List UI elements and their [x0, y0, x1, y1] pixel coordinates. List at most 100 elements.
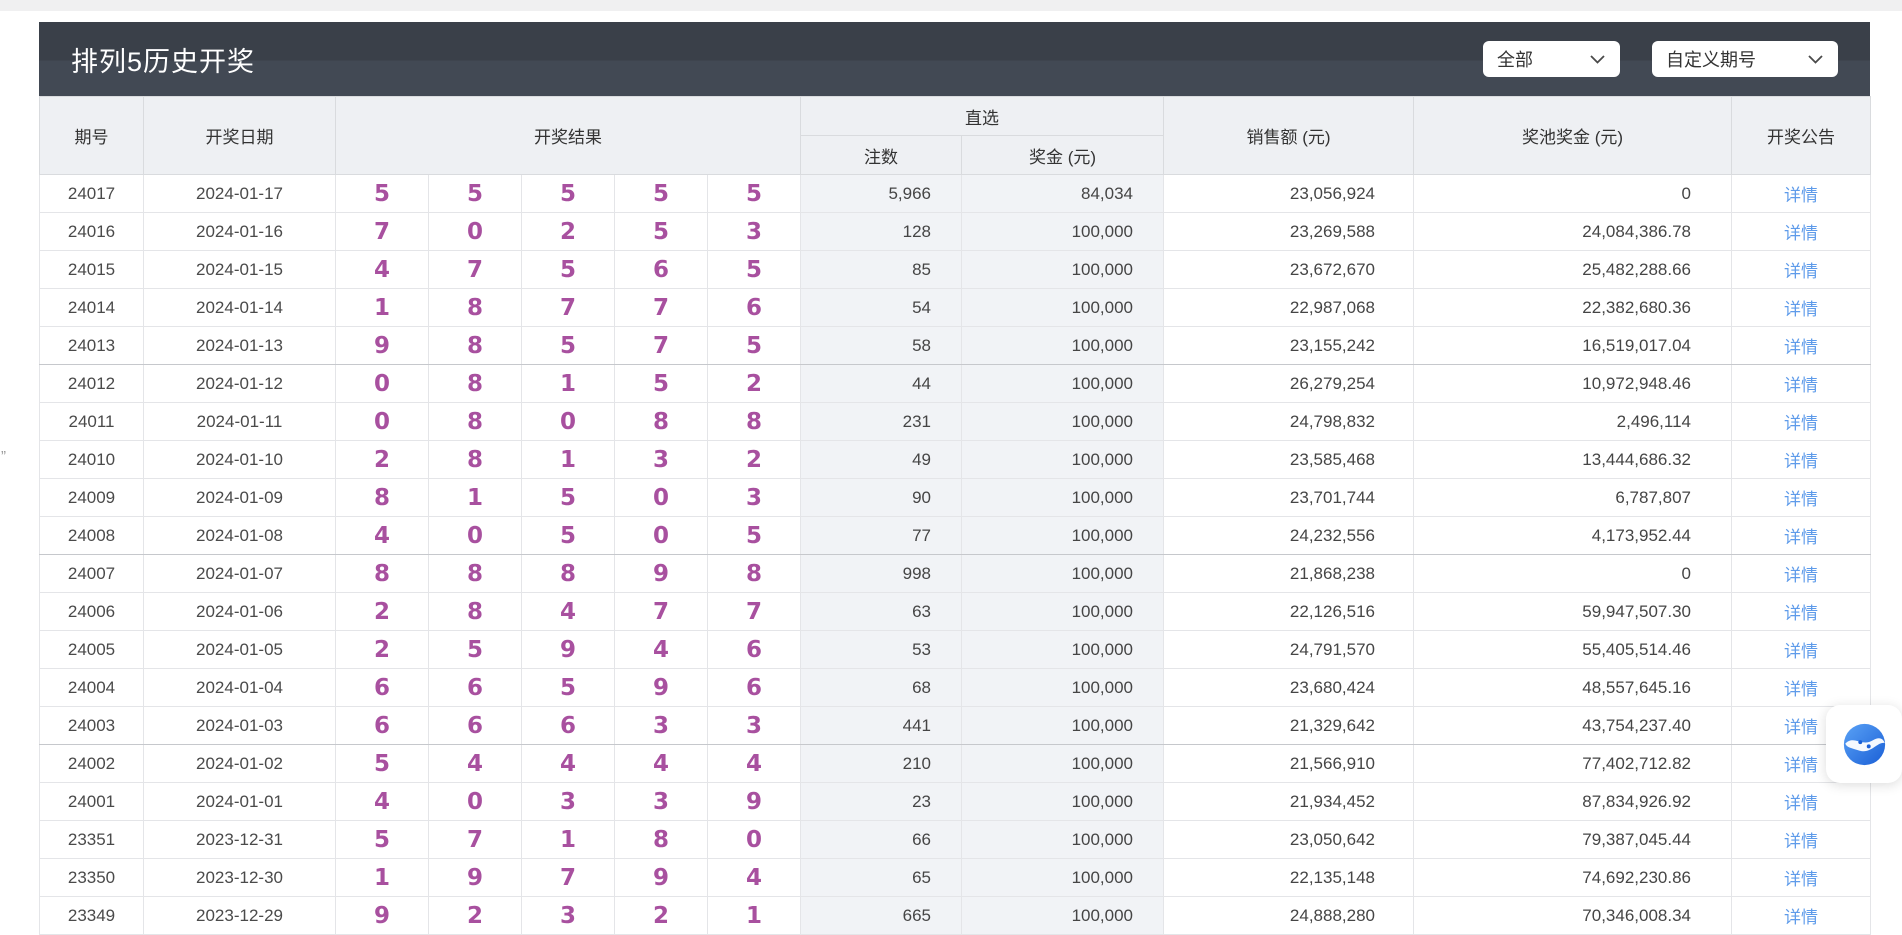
page-top-strip: [0, 0, 1902, 11]
draw-number: 4: [429, 745, 522, 783]
col-header-pool: 奖池奖金 (元): [1414, 97, 1732, 175]
range-filter-select[interactable]: 全部: [1483, 41, 1620, 77]
draw-number: 5: [615, 175, 708, 213]
draw-number: 4: [708, 859, 801, 897]
table-row: 240032024-01-0366633441100,00021,329,642…: [40, 707, 1871, 745]
draw-number: 8: [429, 289, 522, 327]
draw-number: 4: [522, 745, 615, 783]
period-cell: 24011: [40, 403, 144, 441]
detail-link[interactable]: 详情: [1784, 186, 1818, 205]
draw-number: 5: [708, 175, 801, 213]
draw-number: 6: [708, 289, 801, 327]
draw-date-cell: 2024-01-03: [144, 707, 336, 745]
period-filter-select[interactable]: 自定义期号: [1652, 41, 1838, 77]
prize-amount-cell: 100,000: [962, 517, 1164, 555]
lottery-history-panel: 排列5历史开奖 全部 自定义期号 期号 开奖日期 开奖结果 直选: [39, 22, 1870, 935]
detail-link[interactable]: 详情: [1784, 604, 1818, 623]
detail-link[interactable]: 详情: [1784, 718, 1818, 737]
detail-link[interactable]: 详情: [1784, 300, 1818, 319]
draw-number: 8: [615, 403, 708, 441]
draw-number: 4: [336, 251, 429, 289]
table-row: 233492023-12-2992321665100,00024,888,280…: [40, 897, 1871, 935]
draw-number: 0: [522, 403, 615, 441]
detail-link[interactable]: 详情: [1784, 756, 1818, 775]
bets-count-cell: 49: [801, 441, 962, 479]
table-row: 240062024-01-062847763100,00022,126,5165…: [40, 593, 1871, 631]
detail-link[interactable]: 详情: [1784, 680, 1818, 699]
draw-date-cell: 2024-01-17: [144, 175, 336, 213]
prize-amount-cell: 100,000: [962, 707, 1164, 745]
detail-link[interactable]: 详情: [1784, 452, 1818, 471]
detail-link[interactable]: 详情: [1784, 490, 1818, 509]
col-header-notice: 开奖公告: [1732, 97, 1871, 175]
table-row: 240132024-01-139857558100,00023,155,2421…: [40, 327, 1871, 365]
table-row: 233512023-12-315718066100,00023,050,6427…: [40, 821, 1871, 859]
draw-number: 7: [336, 213, 429, 251]
sales-amount-cell: 24,791,570: [1164, 631, 1414, 669]
draw-number: 2: [429, 897, 522, 935]
filter-controls: 全部 自定义期号: [1483, 41, 1838, 77]
notice-cell: 详情: [1732, 213, 1871, 251]
draw-number: 6: [429, 669, 522, 707]
notice-cell: 详情: [1732, 327, 1871, 365]
draw-number: 5: [336, 821, 429, 859]
draw-number: 9: [336, 327, 429, 365]
col-header-period: 期号: [40, 97, 144, 175]
draw-date-cell: 2024-01-07: [144, 555, 336, 593]
detail-link[interactable]: 详情: [1784, 908, 1818, 927]
draw-number: 8: [615, 821, 708, 859]
col-header-result: 开奖结果: [336, 97, 801, 175]
jackpot-amount-cell: 74,692,230.86: [1414, 859, 1732, 897]
table-row: 240082024-01-084050577100,00024,232,5564…: [40, 517, 1871, 555]
sales-amount-cell: 23,056,924: [1164, 175, 1414, 213]
draw-number: 8: [522, 555, 615, 593]
detail-link[interactable]: 详情: [1784, 414, 1818, 433]
draw-number: 7: [429, 821, 522, 859]
draw-number: 1: [522, 821, 615, 859]
prize-amount-cell: 100,000: [962, 365, 1164, 403]
jackpot-amount-cell: 55,405,514.46: [1414, 631, 1732, 669]
period-cell: 24014: [40, 289, 144, 327]
draw-number: 6: [615, 251, 708, 289]
prize-amount-cell: 100,000: [962, 859, 1164, 897]
detail-link[interactable]: 详情: [1784, 262, 1818, 281]
bets-count-cell: 58: [801, 327, 962, 365]
prize-amount-cell: 100,000: [962, 897, 1164, 935]
sales-amount-cell: 23,269,588: [1164, 213, 1414, 251]
detail-link[interactable]: 详情: [1784, 832, 1818, 851]
table-row: 240122024-01-120815244100,00026,279,2541…: [40, 365, 1871, 403]
stray-mark: ”: [1, 448, 6, 465]
period-cell: 24009: [40, 479, 144, 517]
draw-number: 8: [429, 327, 522, 365]
notice-cell: 详情: [1732, 631, 1871, 669]
detail-link[interactable]: 详情: [1784, 642, 1818, 661]
draw-number: 8: [429, 441, 522, 479]
sales-amount-cell: 21,868,238: [1164, 555, 1414, 593]
detail-link[interactable]: 详情: [1784, 794, 1818, 813]
bets-count-cell: 54: [801, 289, 962, 327]
notice-cell: 详情: [1732, 859, 1871, 897]
jackpot-amount-cell: 0: [1414, 555, 1732, 593]
bets-count-cell: 998: [801, 555, 962, 593]
detail-link[interactable]: 详情: [1784, 376, 1818, 395]
floating-widget-button[interactable]: [1826, 705, 1902, 783]
detail-link[interactable]: 详情: [1784, 528, 1818, 547]
draw-number: 2: [615, 897, 708, 935]
detail-link[interactable]: 详情: [1784, 870, 1818, 889]
bets-count-cell: 66: [801, 821, 962, 859]
range-filter-value: 全部: [1497, 46, 1533, 72]
jackpot-amount-cell: 10,972,948.46: [1414, 365, 1732, 403]
detail-link[interactable]: 详情: [1784, 566, 1818, 585]
col-header-prize: 奖金 (元): [962, 136, 1164, 175]
prize-amount-cell: 100,000: [962, 441, 1164, 479]
draw-number: 4: [615, 631, 708, 669]
jackpot-amount-cell: 0: [1414, 175, 1732, 213]
draw-number: 9: [615, 555, 708, 593]
bets-count-cell: 85: [801, 251, 962, 289]
draw-number: 0: [336, 365, 429, 403]
prize-amount-cell: 100,000: [962, 327, 1164, 365]
detail-link[interactable]: 详情: [1784, 338, 1818, 357]
detail-link[interactable]: 详情: [1784, 224, 1818, 243]
prize-amount-cell: 100,000: [962, 403, 1164, 441]
chevron-down-icon: [1807, 54, 1824, 65]
